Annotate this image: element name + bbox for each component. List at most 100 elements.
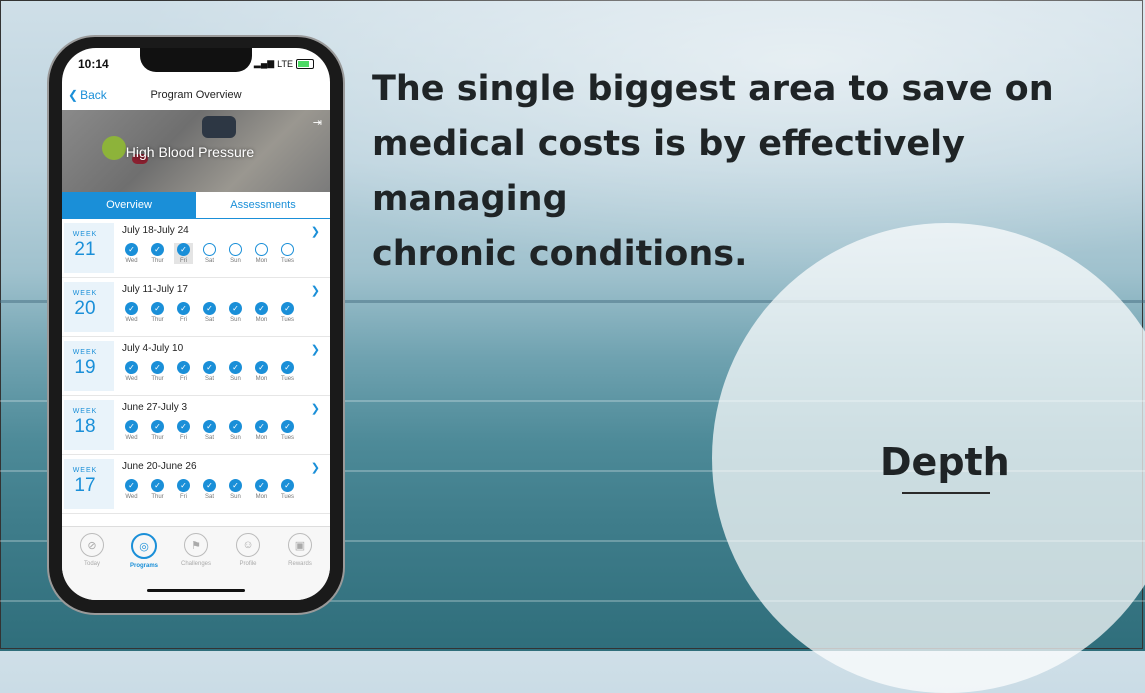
day-name: Sat	[204, 494, 214, 500]
day-item[interactable]: ✓ Thur	[148, 302, 167, 323]
tab-overview[interactable]: Overview	[62, 192, 196, 218]
day-item[interactable]: ✓ Tues	[278, 420, 297, 441]
exit-icon[interactable]: ⇥	[313, 116, 322, 129]
day-item[interactable]: ✓ Fri	[174, 243, 193, 264]
day-item[interactable]: ✓ Sat	[200, 302, 219, 323]
chevron-right-icon[interactable]: ❯	[311, 461, 320, 474]
check-circle-icon: ✓	[125, 361, 138, 374]
day-tracker: ✓ Wed ✓ Thur ✓ Fri ✓ Sat ✓ Sun ✓ Mon ✓ Tues	[122, 302, 297, 323]
week-date-range: June 27-July 3	[122, 402, 188, 413]
week-row[interactable]: WEEK 20 July 11-July 17 ❯ ✓ Wed ✓ Thur ✓ Fri ✓ Sat ✓…	[62, 278, 330, 337]
week-label: WEEK	[72, 467, 98, 474]
day-item[interactable]: ✓ Thur	[148, 361, 167, 382]
day-item[interactable]: ✓ Sun	[226, 302, 245, 323]
week-row[interactable]: WEEK 17 June 20-June 26 ❯ ✓ Wed ✓ Thur ✓ Fri ✓ Sat ✓…	[62, 455, 330, 514]
bottom-nav-challenges[interactable]: ⚑ Challenges	[172, 533, 220, 567]
empty-circle-icon	[229, 243, 242, 256]
week-row[interactable]: WEEK 21 July 18-July 24 ❯ ✓ Wed ✓ Thur ✓ Fri Sat Su…	[62, 219, 330, 278]
week-row[interactable]: WEEK 18 June 27-July 3 ❯ ✓ Wed ✓ Thur ✓ Fri ✓ Sat ✓ S…	[62, 396, 330, 455]
day-item[interactable]: ✓ Mon	[252, 361, 271, 382]
bottom-nav-programs[interactable]: ◎ Programs	[120, 533, 168, 569]
day-name: Wed	[125, 435, 138, 441]
bottom-nav-profile[interactable]: ☺ Profile	[224, 533, 272, 567]
week-row[interactable]: WEEK 19 July 4-July 10 ❯ ✓ Wed ✓ Thur ✓ Fri ✓ Sat ✓ S…	[62, 337, 330, 396]
empty-circle-icon	[281, 243, 294, 256]
day-item[interactable]: ✓ Fri	[174, 479, 193, 500]
tab-bar: Overview Assessments	[62, 192, 330, 219]
nav-title: Program Overview	[150, 89, 242, 101]
day-name: Fri	[180, 435, 187, 441]
day-item[interactable]: Sun	[226, 243, 245, 264]
day-name: Fri	[180, 317, 187, 323]
day-item[interactable]: ✓ Tues	[278, 479, 297, 500]
check-circle-icon: ✓	[177, 479, 190, 492]
day-name: Wed	[125, 376, 138, 382]
empty-circle-icon	[203, 243, 216, 256]
chevron-right-icon[interactable]: ❯	[311, 225, 320, 238]
day-item[interactable]: ✓ Wed	[122, 479, 141, 500]
day-item[interactable]: ✓ Thur	[148, 420, 167, 441]
bottom-nav-today[interactable]: ⊘ Today	[68, 533, 116, 567]
day-item[interactable]: ✓ Sat	[200, 361, 219, 382]
day-name: Mon	[255, 376, 268, 382]
week-number: 20	[74, 298, 96, 319]
flags-icon: ⚑	[184, 533, 208, 557]
home-indicator	[147, 589, 245, 592]
day-item[interactable]: ✓ Mon	[252, 420, 271, 441]
phone-screen: 10:14 ▂▄▆ LTE ❮ Back Program Overview Hi…	[62, 48, 330, 600]
day-item[interactable]: Tues	[278, 243, 297, 264]
day-item[interactable]: ✓ Wed	[122, 243, 141, 264]
treasure-icon: ▣	[288, 533, 312, 557]
day-name: Sun	[230, 317, 241, 323]
day-name: Wed	[125, 494, 138, 500]
week-number: 17	[74, 475, 96, 496]
compass-icon: ⊘	[80, 533, 104, 557]
day-item[interactable]: Sat	[200, 243, 219, 264]
check-circle-icon: ✓	[125, 479, 138, 492]
day-item[interactable]: ✓ Sun	[226, 361, 245, 382]
day-name: Mon	[255, 317, 268, 323]
battery-icon	[296, 58, 314, 69]
day-tracker: ✓ Wed ✓ Thur ✓ Fri ✓ Sat ✓ Sun ✓ Mon ✓ Tues	[122, 479, 297, 500]
signal-icon: ▂▄▆	[253, 58, 275, 68]
day-name: Tues	[280, 317, 295, 323]
check-circle-icon: ✓	[281, 302, 294, 315]
week-label: WEEK	[72, 231, 98, 238]
bottom-nav-label: Rewards	[288, 561, 312, 567]
day-item[interactable]: ✓ Tues	[278, 361, 297, 382]
day-name: Mon	[255, 494, 268, 500]
day-item[interactable]: ✓ Thur	[148, 479, 167, 500]
day-item[interactable]: ✓ Sat	[200, 420, 219, 441]
day-item[interactable]: ✓ Fri	[174, 361, 193, 382]
day-item[interactable]: ✓ Sun	[226, 479, 245, 500]
day-item[interactable]: ✓ Mon	[252, 479, 271, 500]
day-item[interactable]: ✓ Thur	[148, 243, 167, 264]
chevron-right-icon[interactable]: ❯	[311, 343, 320, 356]
day-item[interactable]: ✓ Fri	[174, 302, 193, 323]
tab-assessments[interactable]: Assessments	[196, 192, 330, 218]
day-item[interactable]: ✓ Tues	[278, 302, 297, 323]
chevron-right-icon[interactable]: ❯	[311, 402, 320, 415]
status-time: 10:14	[78, 57, 109, 71]
check-circle-icon: ✓	[229, 302, 242, 315]
week-badge: WEEK 17	[64, 459, 114, 509]
status-indicators: ▂▄▆ LTE	[254, 58, 314, 69]
day-item[interactable]: ✓ Sun	[226, 420, 245, 441]
bottom-nav-label: Programs	[129, 563, 158, 569]
check-circle-icon: ✓	[177, 243, 190, 256]
day-item[interactable]: ✓ Mon	[252, 302, 271, 323]
day-item[interactable]: ✓ Sat	[200, 479, 219, 500]
day-item[interactable]: ✓ Wed	[122, 420, 141, 441]
check-circle-icon: ✓	[203, 479, 216, 492]
week-number: 19	[74, 357, 96, 378]
day-item[interactable]: ✓ Wed	[122, 361, 141, 382]
bottom-nav-rewards[interactable]: ▣ Rewards	[276, 533, 324, 567]
chevron-right-icon[interactable]: ❯	[311, 284, 320, 297]
check-circle-icon: ✓	[255, 420, 268, 433]
check-circle-icon: ✓	[255, 361, 268, 374]
day-item[interactable]: ✓ Wed	[122, 302, 141, 323]
week-number: 21	[74, 239, 96, 260]
day-item[interactable]: Mon	[252, 243, 271, 264]
day-name: Sun	[230, 376, 241, 382]
day-item[interactable]: ✓ Fri	[174, 420, 193, 441]
